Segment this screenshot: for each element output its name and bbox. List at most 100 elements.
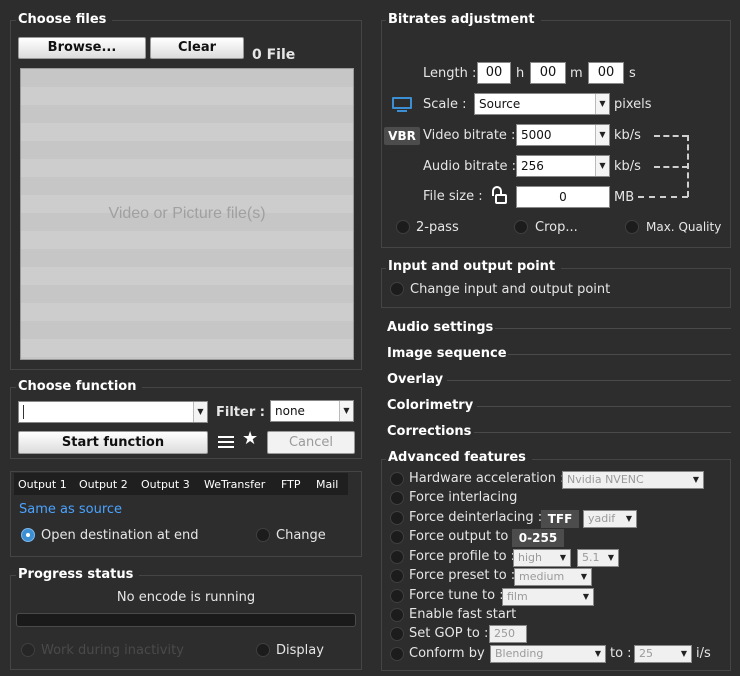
force-deinterlacing-label: Force deinterlacing : — [409, 510, 543, 525]
monitor-icon[interactable] — [392, 97, 412, 113]
section-audio-settings[interactable]: Audio settings — [387, 320, 493, 335]
scale-select[interactable]: Source ▼ — [474, 93, 610, 115]
file-size-label: File size : — [423, 189, 483, 204]
filter-label: Filter : — [216, 405, 265, 420]
crop-radio[interactable] — [514, 220, 528, 234]
list-icon[interactable] — [218, 435, 234, 449]
crop-label: Crop... — [535, 220, 578, 235]
video-bitrate-select[interactable]: 5000 ▼ — [516, 124, 610, 146]
hw-accel-select[interactable]: Nvidia NVENC ▼ — [562, 471, 704, 489]
set-gop-radio[interactable] — [390, 627, 404, 641]
chevron-down-icon: ▼ — [339, 401, 353, 421]
video-bitrate-value: 5000 — [521, 128, 552, 142]
io-point-radio[interactable] — [390, 282, 404, 296]
section-divider — [495, 328, 731, 329]
cancel-button[interactable]: Cancel — [267, 431, 355, 454]
force-output-radio[interactable] — [390, 530, 404, 544]
filter-select[interactable]: none ▼ — [270, 400, 354, 422]
file-size-input[interactable]: 0 — [516, 186, 610, 208]
function-select[interactable]: ▼ — [18, 401, 208, 423]
section-divider — [477, 406, 731, 407]
tab-wetransfer[interactable]: WeTransfer — [204, 478, 265, 491]
force-tune-label: Force tune to : — [409, 588, 504, 603]
change-destination-label: Change — [276, 528, 326, 543]
bitrates-title: Bitrates adjustment — [386, 12, 541, 27]
chevron-down-icon: ▼ — [595, 125, 609, 145]
fast-start-radio[interactable] — [390, 608, 404, 622]
conform-radio[interactable] — [390, 647, 404, 661]
chevron-down-icon: ▼ — [579, 589, 593, 605]
scale-unit: pixels — [614, 97, 652, 112]
length-hours-input[interactable]: 00 — [477, 62, 511, 84]
open-destination-radio[interactable] — [21, 528, 35, 542]
clear-button[interactable]: Clear — [150, 37, 244, 59]
deinterlace-select[interactable]: yadif ▼ — [583, 510, 637, 528]
start-function-button[interactable]: Start function — [18, 431, 208, 454]
audio-bitrate-select[interactable]: 256 ▼ — [516, 155, 610, 177]
length-seconds-input[interactable]: 00 — [588, 62, 624, 84]
preset-select[interactable]: medium ▼ — [514, 568, 592, 586]
tune-select[interactable]: film ▼ — [502, 588, 594, 606]
tab-output-3[interactable]: Output 3 — [141, 478, 190, 491]
audio-bitrate-unit: kb/s — [614, 159, 641, 174]
chevron-down-icon: ▼ — [595, 94, 609, 114]
tff-badge[interactable]: TFF — [541, 510, 579, 528]
star-icon[interactable]: ★ — [242, 429, 258, 449]
unlock-icon[interactable] — [490, 186, 508, 206]
tab-mail[interactable]: Mail — [316, 478, 338, 491]
change-destination-radio[interactable] — [256, 528, 270, 542]
gop-input[interactable]: 250 — [489, 625, 527, 643]
chevron-down-icon: ▼ — [622, 511, 636, 527]
hours-unit: h — [516, 66, 525, 81]
link-connector — [654, 135, 688, 137]
file-count: 0 File — [252, 47, 296, 63]
force-deinterlacing-radio[interactable] — [390, 511, 404, 525]
tab-output-2[interactable]: Output 2 — [79, 478, 128, 491]
display-radio[interactable] — [256, 643, 270, 657]
io-point-title: Input and output point — [386, 259, 562, 274]
force-profile-radio[interactable] — [390, 550, 404, 564]
vbr-badge[interactable]: VBR — [384, 127, 420, 145]
file-drop-area[interactable]: Video or Picture file(s) — [20, 68, 354, 360]
chevron-down-icon: ▼ — [193, 402, 207, 422]
section-overlay[interactable]: Overlay — [387, 372, 443, 387]
seconds-unit: s — [629, 66, 636, 81]
conform-select[interactable]: Blending ▼ — [490, 645, 606, 663]
work-inactivity-radio[interactable] — [21, 643, 35, 657]
profile-value: high — [518, 551, 542, 564]
profile-select[interactable]: high ▼ — [513, 549, 571, 567]
force-profile-label: Force profile to : — [409, 549, 516, 564]
max-quality-radio[interactable] — [625, 220, 639, 234]
tab-ftp[interactable]: FTP — [281, 478, 301, 491]
section-image-sequence[interactable]: Image sequence — [387, 346, 507, 361]
hw-accel-value: Nvidia NVENC — [567, 473, 644, 486]
two-pass-radio[interactable] — [396, 220, 410, 234]
chevron-down-icon: ▼ — [677, 646, 691, 662]
scale-label: Scale : — [423, 97, 467, 112]
section-corrections[interactable]: Corrections — [387, 424, 471, 439]
level-select[interactable]: 5.1 ▼ — [577, 549, 619, 567]
tab-output-1[interactable]: Output 1 — [18, 478, 67, 491]
file-size-unit: MB — [614, 190, 635, 205]
length-label: Length : — [423, 66, 477, 81]
level-value: 5.1 — [582, 551, 600, 564]
audio-bitrate-label: Audio bitrate : — [423, 159, 516, 174]
chevron-down-icon: ▼ — [604, 550, 618, 566]
fps-select[interactable]: 25 ▼ — [634, 645, 692, 663]
force-preset-radio[interactable] — [390, 569, 404, 583]
output-range-badge[interactable]: 0-255 — [512, 529, 564, 547]
section-divider — [508, 354, 731, 355]
force-tune-radio[interactable] — [390, 589, 404, 603]
section-colorimetry[interactable]: Colorimetry — [387, 398, 473, 413]
preset-value: medium — [519, 570, 565, 583]
force-interlacing-radio[interactable] — [390, 491, 404, 505]
length-minutes-input[interactable]: 00 — [530, 62, 566, 84]
hw-accel-radio[interactable] — [390, 472, 404, 486]
destination-link[interactable]: Same as source — [19, 502, 122, 517]
link-connector — [638, 196, 688, 198]
progress-status-text: No encode is running — [116, 590, 256, 605]
browse-button[interactable]: Browse... — [18, 37, 146, 59]
video-bitrate-label: Video bitrate : — [423, 128, 516, 143]
progress-title: Progress status — [16, 567, 140, 582]
link-connector — [687, 135, 689, 197]
